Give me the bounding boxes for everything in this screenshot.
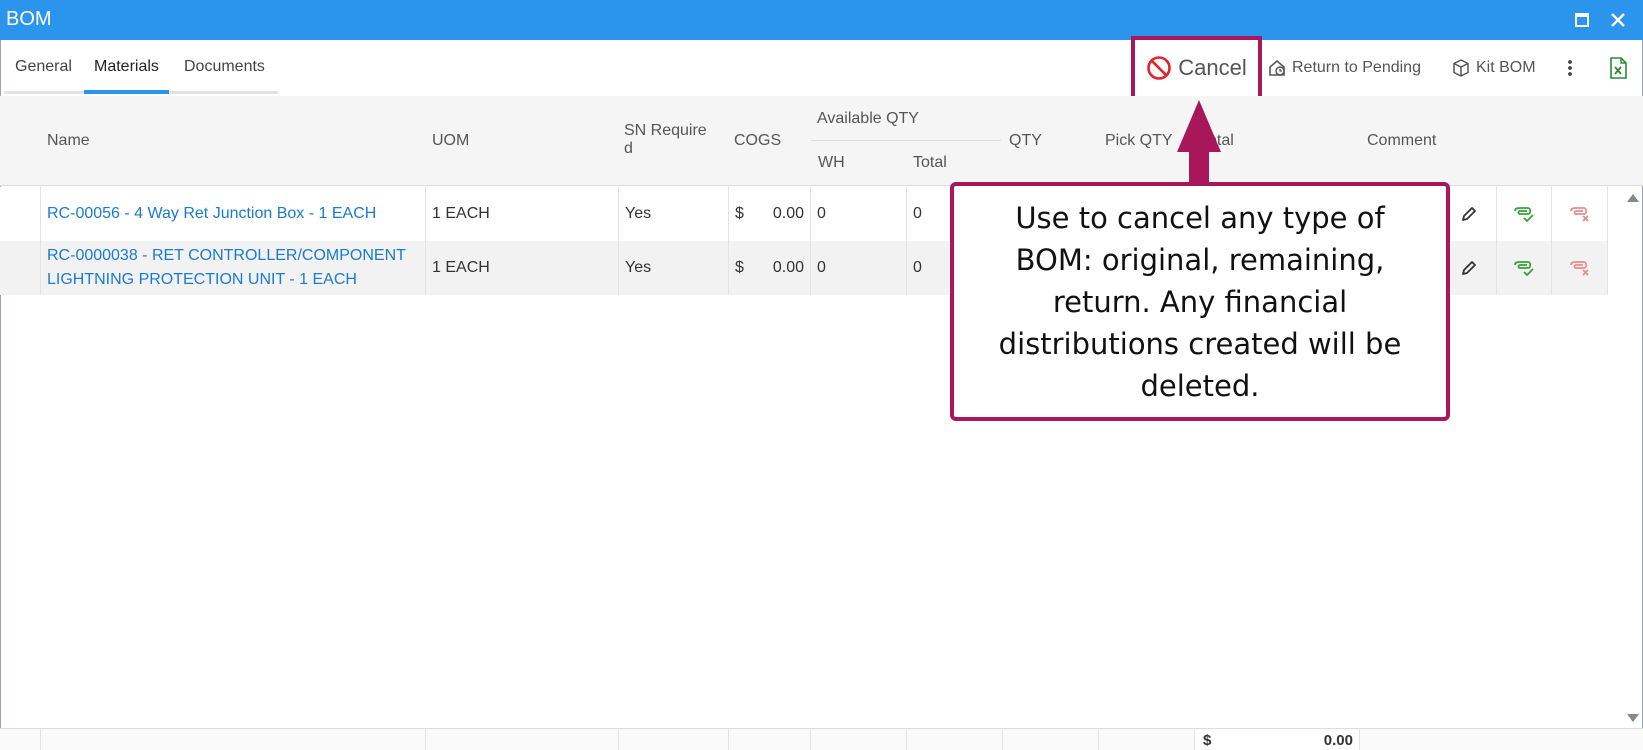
footer-cell [907,729,1003,750]
footer-total: $ 0.00 [1195,729,1360,750]
header-sn-line2: d [624,140,633,157]
cancel-button[interactable]: Cancel [1131,36,1262,100]
callout-box: Use to cancel any type of BOM: original,… [950,182,1450,421]
footer-total-value: 0.00 [1323,732,1353,749]
return-to-pending-label: Return to Pending [1292,59,1421,76]
tab-materials[interactable]: Materials [84,58,169,94]
footer-cell [619,729,729,750]
row-cogs: $ 0.00 [729,187,811,241]
row-name-link[interactable]: RC-00056 - 4 Way Ret Junction Box - 1 EA… [41,187,426,241]
edit-icon[interactable] [1442,241,1497,295]
footer-cell [0,729,41,750]
row-wh: 0 [811,241,907,295]
maximize-icon[interactable] [1571,9,1593,31]
header-comment[interactable]: Comment [1367,132,1436,150]
footer-cell [41,729,426,750]
scroll-down-arrow[interactable] [1627,714,1639,722]
header-sn-required[interactable]: SN Require d [624,122,707,158]
header-sn-line1: SN Require [624,122,707,139]
cogs-currency: $ [735,205,744,222]
close-icon[interactable] [1607,9,1629,31]
header-name[interactable]: Name [47,132,90,150]
available-qty-divider [811,140,1001,141]
reject-icon[interactable] [1552,241,1608,295]
row-sn-required: Yes [619,241,729,295]
cogs-value: 0.00 [772,205,804,222]
tab-bar: General Materials Documents [4,52,278,94]
grid-header: Name UOM SN Require d COGS Available QTY… [0,96,1643,186]
header-cogs[interactable]: COGS [734,132,781,150]
edit-icon[interactable] [1442,187,1497,241]
scroll-up-arrow[interactable] [1627,194,1639,202]
no-entry-icon [1147,56,1172,80]
footer-cell [426,729,619,750]
header-total-available[interactable]: Total [913,154,947,172]
approve-icon[interactable] [1497,241,1552,295]
excel-icon[interactable] [1609,57,1632,79]
cancel-label: Cancel [1178,55,1247,80]
footer-currency: $ [1203,732,1212,749]
row-name-link[interactable]: RC-0000038 - RET CONTROLLER/COMPONENT LI… [41,241,426,295]
return-to-pending-button[interactable]: Return to Pending [1267,58,1421,78]
title-bar: BOM [0,0,1643,40]
row-uom: 1 EACH [426,187,619,241]
header-uom[interactable]: UOM [432,132,469,150]
box-icon [1453,59,1469,77]
callout-arrow-head [1177,100,1221,152]
header-available-qty: Available QTY [817,110,919,127]
kit-bom-button[interactable]: Kit BOM [1451,58,1536,78]
header-qty[interactable]: QTY [1009,132,1042,150]
reject-icon[interactable] [1552,187,1608,241]
callout-text: Use to cancel any type of BOM: original,… [998,200,1402,403]
row-wh: 0 [811,187,907,241]
cogs-currency: $ [735,259,744,276]
cogs-value: 0.00 [772,259,804,276]
window-title: BOM [6,8,52,30]
footer-cell [811,729,907,750]
row-indicator [0,241,41,295]
header-pick-qty[interactable]: Pick QTY [1105,132,1173,150]
footer-cell [729,729,811,750]
callout-arrow-shaft [1189,150,1209,184]
footer-cell [1099,729,1195,750]
grid-footer: $ 0.00 [0,728,1643,750]
return-pending-icon [1269,59,1285,76]
approve-icon[interactable] [1497,187,1552,241]
kit-bom-label: Kit BOM [1476,59,1536,76]
row-uom: 1 EACH [426,241,619,295]
tab-general[interactable]: General [15,58,72,94]
more-vert-icon[interactable] [1564,58,1581,78]
row-sn-required: Yes [619,187,729,241]
row-indicator [0,187,41,241]
row-cogs: $ 0.00 [729,241,811,295]
footer-cell [1003,729,1099,750]
header-wh[interactable]: WH [818,154,845,172]
tab-documents[interactable]: Documents [184,58,265,94]
